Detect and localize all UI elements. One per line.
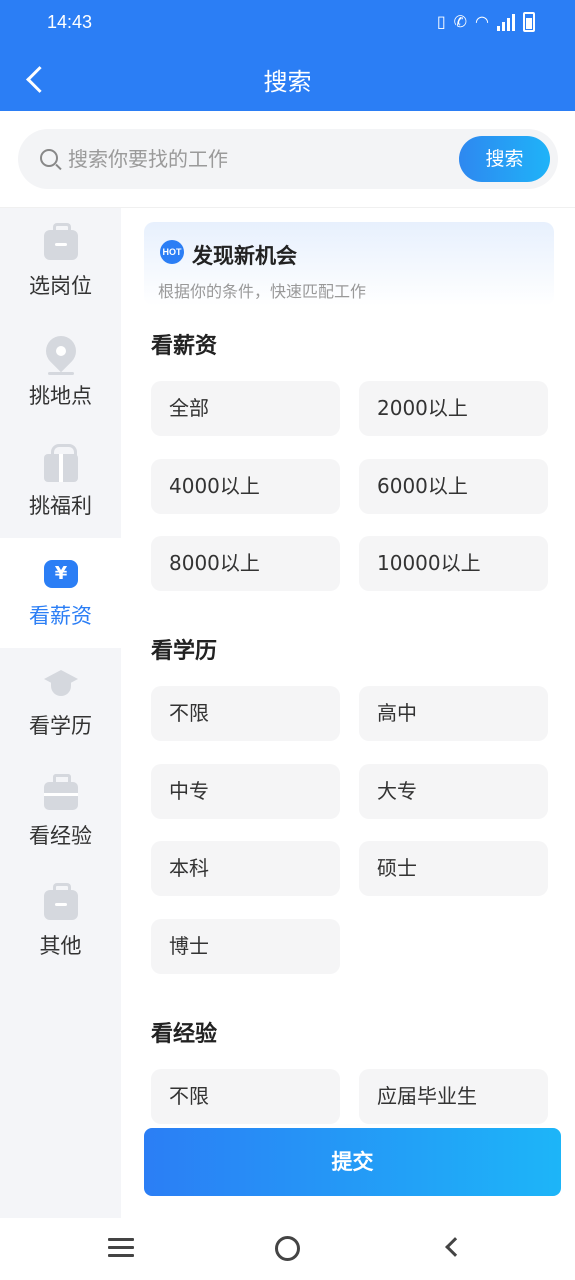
category-sidebar: 选岗位 挑地点 挑福利 ¥ 看薪资 看学历 看经验 其他: [0, 208, 121, 1218]
briefcase-icon: [44, 223, 78, 260]
sidebar-item-location[interactable]: 挑地点: [0, 318, 121, 428]
sidebar-item-other[interactable]: 其他: [0, 868, 121, 978]
call-icon: ✆: [453, 12, 468, 31]
search-area: 搜索: [0, 111, 575, 208]
option-education[interactable]: 本科: [151, 841, 340, 896]
back-chevron-icon[interactable]: [445, 1237, 465, 1257]
option-education[interactable]: 硕士: [359, 841, 548, 896]
status-time: 14:43: [47, 12, 93, 32]
toolbox-icon: [44, 774, 78, 810]
option-education[interactable]: 高中: [359, 686, 548, 741]
sidebar-item-label: 看学历: [29, 714, 92, 738]
search-input[interactable]: [68, 145, 448, 173]
section-title-salary: 看薪资: [151, 334, 218, 359]
promo-card: HOT 发现新机会 根据你的条件，快速匹配工作: [144, 222, 554, 306]
filter-content: HOT 发现新机会 根据你的条件，快速匹配工作 看薪资 全部 2000以上 40…: [121, 208, 575, 1218]
sidebar-item-benefits[interactable]: 挑福利: [0, 428, 121, 538]
system-nav-bar: [0, 1218, 575, 1280]
wifi-icon: ◠: [475, 12, 489, 31]
graduation-cap-icon: [44, 670, 78, 700]
option-salary[interactable]: 2000以上: [359, 381, 548, 436]
option-salary[interactable]: 4000以上: [151, 459, 340, 514]
promo-subtitle: 根据你的条件，快速匹配工作: [158, 282, 367, 301]
battery-icon: [523, 12, 535, 32]
option-salary[interactable]: 6000以上: [359, 459, 548, 514]
sidebar-item-label: 看薪资: [29, 604, 92, 628]
location-pin-icon: [39, 329, 83, 373]
sidebar-item-label: 看经验: [29, 824, 92, 848]
sidebar-item-experience[interactable]: 看经验: [0, 758, 121, 868]
search-icon: [40, 149, 58, 167]
option-education[interactable]: 不限: [151, 686, 340, 741]
home-circle-icon[interactable]: [275, 1236, 300, 1261]
section-title-experience: 看经验: [151, 1022, 218, 1047]
option-experience[interactable]: 应届毕业生: [359, 1069, 548, 1124]
sidebar-item-position[interactable]: 选岗位: [0, 208, 121, 318]
sidebar-item-salary[interactable]: ¥ 看薪资: [0, 538, 121, 648]
navbar: 搜索: [0, 48, 575, 111]
app-header: 14:43 ▯ ✆ ◠ 搜索: [0, 0, 575, 111]
hot-icon: HOT: [160, 240, 184, 264]
section-title-education: 看学历: [151, 639, 218, 664]
yen-icon: ¥: [44, 560, 78, 588]
promo-title: 发现新机会: [192, 244, 297, 268]
option-salary[interactable]: 8000以上: [151, 536, 340, 591]
option-education[interactable]: 大专: [359, 764, 548, 819]
gift-icon: [44, 444, 78, 482]
option-salary[interactable]: 全部: [151, 381, 340, 436]
sidebar-item-label: 其他: [39, 934, 82, 958]
briefcase-icon: [44, 883, 78, 920]
menu-icon[interactable]: [108, 1238, 134, 1258]
status-icons: ▯ ✆ ◠: [437, 12, 535, 32]
status-bar: 14:43 ▯ ✆ ◠: [0, 0, 575, 48]
search-button[interactable]: 搜索: [459, 136, 550, 182]
page-title: 搜索: [263, 68, 312, 96]
option-experience[interactable]: 不限: [151, 1069, 340, 1124]
sidebar-item-education[interactable]: 看学历: [0, 648, 121, 758]
option-salary[interactable]: 10000以上: [359, 536, 548, 591]
sidebar-item-label: 挑地点: [29, 384, 92, 408]
signal-icon: [497, 13, 515, 31]
search-box: 搜索: [18, 129, 558, 189]
submit-button[interactable]: 提交: [144, 1128, 561, 1196]
sidebar-item-label: 挑福利: [29, 494, 92, 518]
vibrate-icon: ▯: [436, 12, 446, 31]
pin-base: [48, 372, 74, 375]
sidebar-item-label: 选岗位: [29, 274, 92, 298]
option-education[interactable]: 中专: [151, 764, 340, 819]
option-education[interactable]: 博士: [151, 919, 340, 974]
